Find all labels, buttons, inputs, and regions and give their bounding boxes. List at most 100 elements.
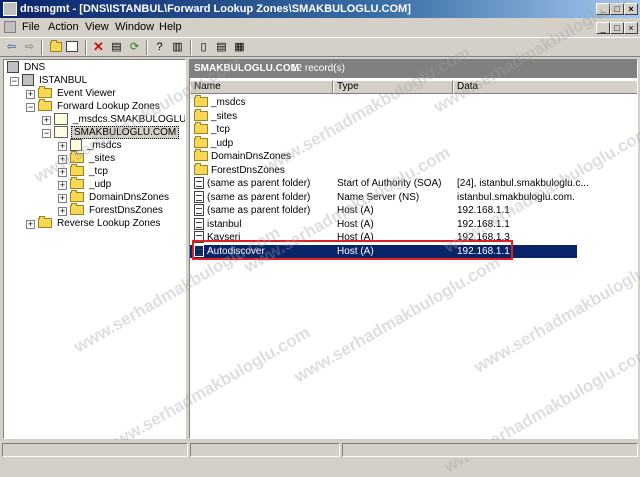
show-tree-icon[interactable] <box>66 41 78 52</box>
expand-icon[interactable]: + <box>58 207 67 216</box>
expand-icon[interactable]: + <box>58 142 67 151</box>
menu-action[interactable]: Action <box>48 21 79 33</box>
record-icon <box>194 217 204 230</box>
console-tree-icon[interactable]: ▥ <box>170 40 185 54</box>
toolbar-separator <box>41 40 43 55</box>
close-button[interactable]: × <box>624 3 638 15</box>
tree-node-msdcs[interactable]: _msdcs <box>70 139 123 152</box>
folder-icon <box>38 86 52 99</box>
record-name-text: ForestDnsZones <box>211 164 285 176</box>
menu-help[interactable]: Help <box>159 21 182 33</box>
record-row[interactable]: _msdcs <box>190 95 590 109</box>
expand-icon[interactable]: + <box>58 155 67 164</box>
up-folder-icon[interactable] <box>48 40 63 54</box>
column-header-name[interactable]: Name <box>190 80 333 94</box>
status-panel <box>2 443 188 457</box>
expand-icon[interactable]: + <box>26 220 35 229</box>
collapse-icon[interactable]: − <box>10 77 19 86</box>
record-type: Host (A) <box>337 205 374 216</box>
folder-icon <box>194 122 208 135</box>
mdi-minimize-button[interactable]: _ <box>596 22 610 34</box>
record-row[interactable]: (same as parent folder) Name Server (NS) i… <box>190 190 590 204</box>
record-name-text: (same as parent folder) <box>207 178 311 189</box>
menu-view[interactable]: View <box>85 21 109 33</box>
record-row[interactable]: ForestDnsZones <box>190 162 590 177</box>
tree-node-event-viewer[interactable]: Event Viewer <box>38 86 118 100</box>
mdi-restore-button[interactable]: □ <box>610 22 624 34</box>
app-icon[interactable] <box>3 2 17 16</box>
menu-window[interactable]: Window <box>115 21 154 33</box>
folder-icon <box>70 177 84 190</box>
status-panel <box>342 443 638 457</box>
record-data: 192.168.1.1 <box>457 205 510 216</box>
collapse-icon[interactable]: − <box>42 129 51 138</box>
record-name: _msdcs <box>194 95 245 109</box>
record-row[interactable]: _tcp <box>190 122 590 136</box>
refresh-icon[interactable]: ⟳ <box>127 40 142 54</box>
dns-icon <box>7 61 19 74</box>
tree-node-server[interactable]: ISTANBUL <box>22 74 89 87</box>
tree-node-forward-zones[interactable]: Forward Lookup Zones <box>38 99 162 113</box>
folder-icon <box>194 95 208 108</box>
column-header-data[interactable]: Data <box>453 80 637 94</box>
column-header-type[interactable]: Type <box>333 80 453 94</box>
folder-icon <box>194 135 208 148</box>
record-name: (same as parent folder) <box>194 204 310 217</box>
record-name: ForestDnsZones <box>194 162 285 177</box>
zone-icon <box>54 113 68 126</box>
tree-node-domaindnszones[interactable]: DomainDnsZones <box>70 190 171 204</box>
toolbar: ⇦ ⇨ ✕ ▤ ⟳ ? ▥ ▯ ▤ ▦ <box>0 37 640 57</box>
record-name: (same as parent folder) <box>194 190 310 204</box>
record-name-text: (same as parent folder) <box>207 205 311 216</box>
collapse-icon[interactable]: − <box>26 103 35 112</box>
expand-icon[interactable]: + <box>58 194 67 203</box>
help-icon[interactable]: ? <box>152 40 167 54</box>
menu-file[interactable]: File <box>22 21 40 33</box>
record-name: (same as parent folder) <box>194 177 310 190</box>
server-icon[interactable]: ▯ <box>196 40 211 54</box>
records-panel: SMAKBULOGLU.COM 12 record(s) Name Type D… <box>189 59 638 439</box>
mdi-close-button[interactable]: × <box>624 22 638 34</box>
tree-node-sites[interactable]: _sites <box>70 151 117 165</box>
delete-icon[interactable]: ✕ <box>91 40 106 54</box>
folder-icon <box>194 108 208 121</box>
record-row[interactable]: (same as parent folder) Host (A) 192.168.1… <box>190 204 590 217</box>
record-row[interactable]: (same as parent folder) Start of Authorit… <box>190 177 590 190</box>
forward-icon[interactable]: ⇨ <box>22 40 37 54</box>
record-type: Host (A) <box>337 218 374 230</box>
tree-node-udp[interactable]: _udp <box>70 177 113 191</box>
list-icon[interactable]: ▤ <box>214 40 229 54</box>
record-row[interactable]: istanbul Host (A) 192.168.1.1 <box>190 217 590 231</box>
tree-node-tcp[interactable]: _tcp <box>70 164 110 178</box>
folder-icon <box>38 99 52 112</box>
record-row[interactable]: _sites <box>190 108 590 123</box>
toolbar-separator <box>146 40 148 55</box>
panel-header: SMAKBULOGLU.COM 12 record(s) <box>190 60 637 78</box>
record-name-text: _sites <box>211 110 238 122</box>
tree-node-zone[interactable]: SMAKBULOGLU.COM <box>54 126 180 139</box>
record-row[interactable]: _udp <box>190 135 590 150</box>
tree-node-forestdnszones[interactable]: ForestDnsZones <box>70 203 165 217</box>
tree-node-msdcs-zone[interactable]: _msdcs.SMAKBULOGLU.COM <box>54 113 185 126</box>
tree-node-dns[interactable]: DNS <box>7 61 47 74</box>
window-title: dnsmgmt - [DNS\ISTANBUL\Forward Lookup Z… <box>20 3 411 15</box>
properties-icon[interactable]: ▤ <box>109 40 124 54</box>
expand-icon[interactable]: + <box>58 168 67 177</box>
record-name-text: DomainDnsZones <box>211 151 292 162</box>
expand-icon[interactable]: + <box>26 90 35 99</box>
expand-icon[interactable]: + <box>42 116 51 125</box>
record-name-text: istanbul <box>207 218 242 230</box>
record-name: DomainDnsZones <box>194 149 292 163</box>
toolbar-separator <box>85 40 87 55</box>
folder-icon <box>38 216 52 229</box>
tree-node-reverse-zones[interactable]: Reverse Lookup Zones <box>38 216 162 230</box>
back-icon[interactable]: ⇦ <box>4 40 19 54</box>
minimize-button[interactable]: _ <box>596 3 610 15</box>
record-row[interactable]: DomainDnsZones <box>190 149 590 163</box>
panel-title: SMAKBULOGLU.COM <box>194 63 299 74</box>
restore-button[interactable]: □ <box>610 3 624 15</box>
export-icon[interactable]: ▦ <box>232 40 247 54</box>
expand-icon[interactable]: + <box>58 181 67 190</box>
menu-bar: File Action View Window Help _ □ × <box>0 18 640 37</box>
console-icon[interactable] <box>4 21 16 33</box>
